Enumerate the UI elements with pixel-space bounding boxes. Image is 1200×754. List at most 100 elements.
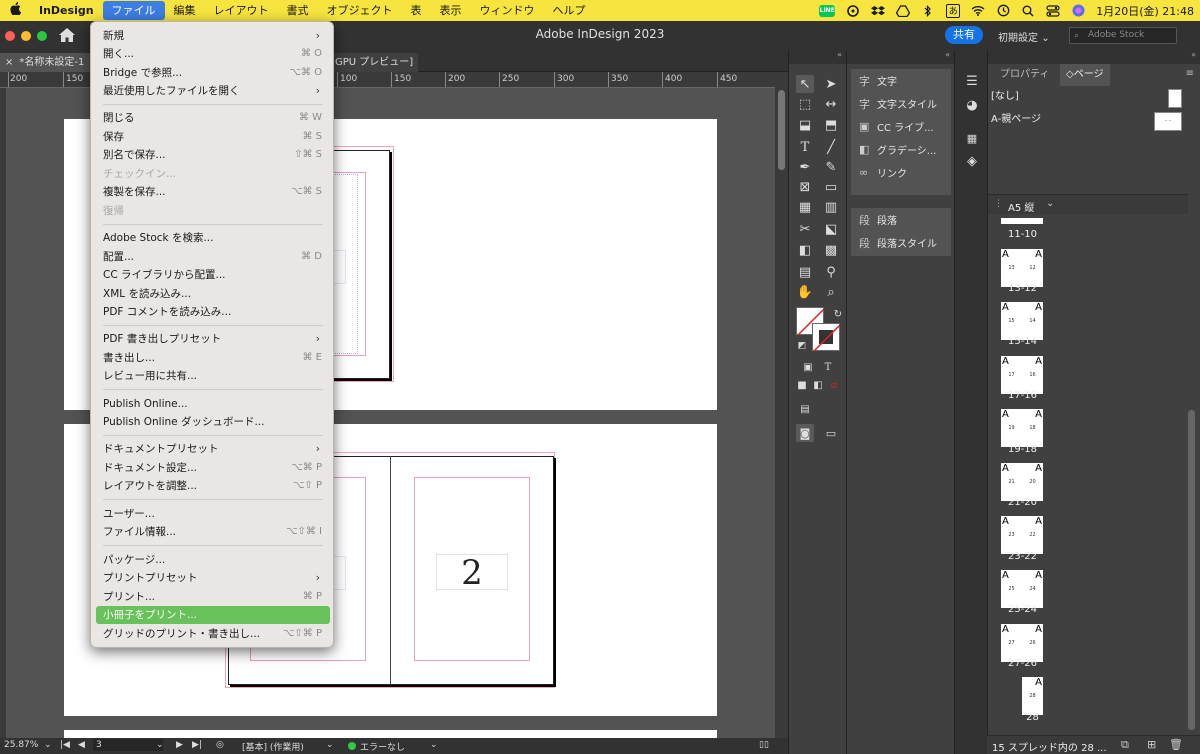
time-machine-icon[interactable] — [996, 4, 1010, 18]
collapse-icon[interactable]: « — [988, 50, 1200, 64]
rectangle-tool-icon[interactable]: ▭ — [822, 178, 840, 196]
pencil-tool-icon[interactable]: ✎ — [822, 158, 840, 176]
menu-item-publish-online[interactable]: Publish Online... — [96, 395, 330, 413]
menubar-clock[interactable]: 1月20日(金) 21:48 — [1096, 3, 1194, 19]
menu-item-file-info[interactable]: ファイル情報... ⌥⇧⌘ I — [96, 523, 330, 541]
menu-item-grid-print-export[interactable]: グリッドのプリント・書き出し... ⌥⇧⌘ P — [96, 625, 330, 643]
bluetooth-icon[interactable] — [921, 4, 935, 18]
normal-view-icon[interactable]: ◙ — [796, 424, 814, 442]
menu-edit[interactable]: 編集 — [165, 0, 205, 21]
grid-tool-icon[interactable]: ▥ — [822, 198, 840, 216]
pages-scrollbar[interactable] — [1188, 210, 1196, 730]
spread-25-24[interactable]: A 25 A 24 — [1001, 570, 1043, 608]
swap-fill-stroke-icon[interactable]: ↻ — [829, 305, 847, 323]
table-tool-icon[interactable]: ▦ — [796, 198, 814, 216]
gap-tool-icon[interactable]: ↔ — [822, 95, 840, 113]
zoom-tool-icon[interactable]: ⌕ — [822, 283, 840, 301]
scrollbar-thumb[interactable] — [1188, 410, 1195, 730]
menu-window[interactable]: ウィンドウ — [471, 0, 544, 21]
menu-item-new[interactable]: 新規 › — [96, 27, 330, 45]
menu-item-save-as[interactable]: 別名で保存... ⇧⌘ S — [96, 146, 330, 164]
gradient-panel-button[interactable]: ◧ グラデーシ... — [851, 138, 951, 161]
previous-page-icon[interactable]: ◀ — [78, 740, 85, 750]
share-button[interactable]: 共有 — [945, 26, 983, 44]
gradient-swatch-tool-icon[interactable]: ◧ — [796, 241, 814, 259]
gradient-feather-tool-icon[interactable]: ▩ — [822, 241, 840, 259]
menu-item-place-cc-library[interactable]: CC ライブラリから配置... — [96, 266, 330, 284]
layers-icon[interactable]: ◈ — [962, 154, 982, 172]
cc-libraries-panel-button[interactable]: ▣ CC ライブ... — [851, 115, 951, 138]
new-page-icon[interactable]: ⊞ — [1147, 738, 1156, 751]
drive-icon[interactable] — [896, 4, 911, 18]
scrollbar-thumb[interactable] — [778, 90, 785, 170]
delete-page-icon[interactable]: 🗑 — [1169, 738, 1183, 751]
close-window-button[interactable] — [5, 31, 15, 41]
collapse-icon[interactable]: « — [847, 50, 954, 64]
menu-item-import-pdf-comments[interactable]: PDF コメントを読み込み... — [96, 303, 330, 321]
search-icon[interactable] — [1021, 4, 1035, 18]
style-label[interactable]: [基本] (作業用) — [242, 740, 304, 753]
paragraph-panel-button[interactable]: 段段落 — [851, 208, 951, 231]
document-tab[interactable]: ×*名称未設定-1 @ — [0, 53, 95, 87]
pen-tool-icon[interactable]: ✒ — [796, 158, 814, 176]
formatting-container-icon[interactable]: ▣ — [799, 358, 817, 376]
note-tool-icon[interactable]: ▤ — [796, 263, 814, 281]
preview-mode-icon[interactable]: ▭ — [822, 424, 840, 442]
menu-item-open-recent[interactable]: 最近使用したファイルを開く › — [96, 82, 330, 100]
app-menu[interactable]: InDesign — [30, 0, 103, 21]
error-dropdown-icon[interactable]: ⌄ — [430, 740, 438, 750]
screen-mode-icon[interactable]: ▤ — [796, 400, 814, 418]
menu-file[interactable]: ファイル — [102, 1, 165, 20]
split-view-icon[interactable]: ▯▯ — [759, 740, 769, 750]
thumb-11-tail[interactable] — [1001, 218, 1022, 224]
menu-item-adjust-layout[interactable]: レイアウトを調整... ⌥⇧ P — [96, 477, 330, 495]
spread-27-26[interactable]: A 27 A 26 — [1001, 624, 1043, 662]
content-placer-icon[interactable]: ⬒ — [822, 116, 840, 134]
page-number-frame[interactable]: 2 — [436, 554, 508, 591]
input-method-icon[interactable]: あ — [946, 3, 961, 18]
color-theme-icon[interactable]: ◕ — [962, 98, 982, 116]
menu-help[interactable]: ヘルプ — [544, 0, 595, 21]
spread-28[interactable]: A 28 — [1001, 677, 1043, 715]
rectangle-frame-tool-icon[interactable]: ⊠ — [796, 178, 814, 196]
content-collector-icon[interactable]: ⬓ — [796, 116, 814, 134]
panel-menu-icon[interactable]: ≡ — [1186, 68, 1194, 79]
minimize-window-button[interactable] — [21, 31, 31, 41]
links-panel-button[interactable]: ∞ リンク — [851, 161, 951, 184]
zoom-dropdown-icon[interactable]: ⌄ — [44, 740, 52, 750]
paragraph-styles-panel-button[interactable]: 段段落スタイル — [851, 231, 951, 254]
stock-search-input[interactable]: ⌕ Adobe Stock — [1069, 27, 1177, 44]
zoom-window-button[interactable] — [37, 31, 47, 41]
menu-item-open[interactable]: 開く... ⌘ O — [96, 45, 330, 63]
menu-item-share-for-review[interactable]: レビュー用に共有... — [96, 367, 330, 385]
control-center-icon[interactable] — [1046, 4, 1060, 18]
menu-item-save-copy[interactable]: 複製を保存... ⌥⌘ S — [96, 183, 330, 201]
menu-item-save[interactable]: 保存 ⌘ S — [96, 128, 330, 146]
home-icon[interactable] — [58, 27, 76, 43]
close-tab-icon[interactable]: × — [5, 57, 13, 68]
eyedropper-tool-icon[interactable]: ⚲ — [822, 263, 840, 281]
thumb-10-tail[interactable] — [1022, 218, 1043, 224]
master-none-thumb[interactable] — [1168, 89, 1182, 108]
menu-object[interactable]: オブジェクト — [318, 0, 402, 21]
hamburger-menu-icon[interactable]: ☰ — [962, 74, 982, 92]
spread-15-14[interactable]: A 15 A 14 — [1001, 302, 1043, 340]
gpu-preview-tab[interactable]: GPU プレビュー] — [333, 53, 418, 72]
formatting-text-icon[interactable]: T — [819, 358, 837, 376]
menu-item-pdf-presets[interactable]: PDF 書き出しプリセット › — [96, 330, 330, 348]
master-none[interactable]: [なし] — [991, 86, 1181, 108]
first-page-icon[interactable]: |◀ — [60, 740, 70, 750]
default-colors-icon[interactable]: ◩ — [793, 337, 811, 355]
zoom-level[interactable]: 25.87% — [4, 740, 38, 750]
menu-item-document-presets[interactable]: ドキュメントプリセット › — [96, 440, 330, 458]
master-a-thumb[interactable]: · · — [1154, 112, 1182, 131]
apply-none-icon[interactable]: ⧄ — [825, 376, 843, 394]
spread-13-12[interactable]: A 13 A 12 — [1001, 249, 1043, 287]
menu-item-close[interactable]: 閉じる ⌘ W — [96, 109, 330, 127]
workspace-switcher[interactable]: 初期設定 ⌄ — [998, 29, 1050, 44]
menu-item-print-booklet[interactable]: 小冊子をプリント... — [96, 606, 330, 624]
spread-21-20[interactable]: A 21 A 20 — [1001, 463, 1043, 501]
menu-item-browse-bridge[interactable]: Bridge で参照... ⌥⌘ O — [96, 64, 330, 82]
preflight-icon[interactable]: ◎ — [216, 740, 224, 750]
hand-tool-icon[interactable]: ✋ — [796, 283, 814, 301]
